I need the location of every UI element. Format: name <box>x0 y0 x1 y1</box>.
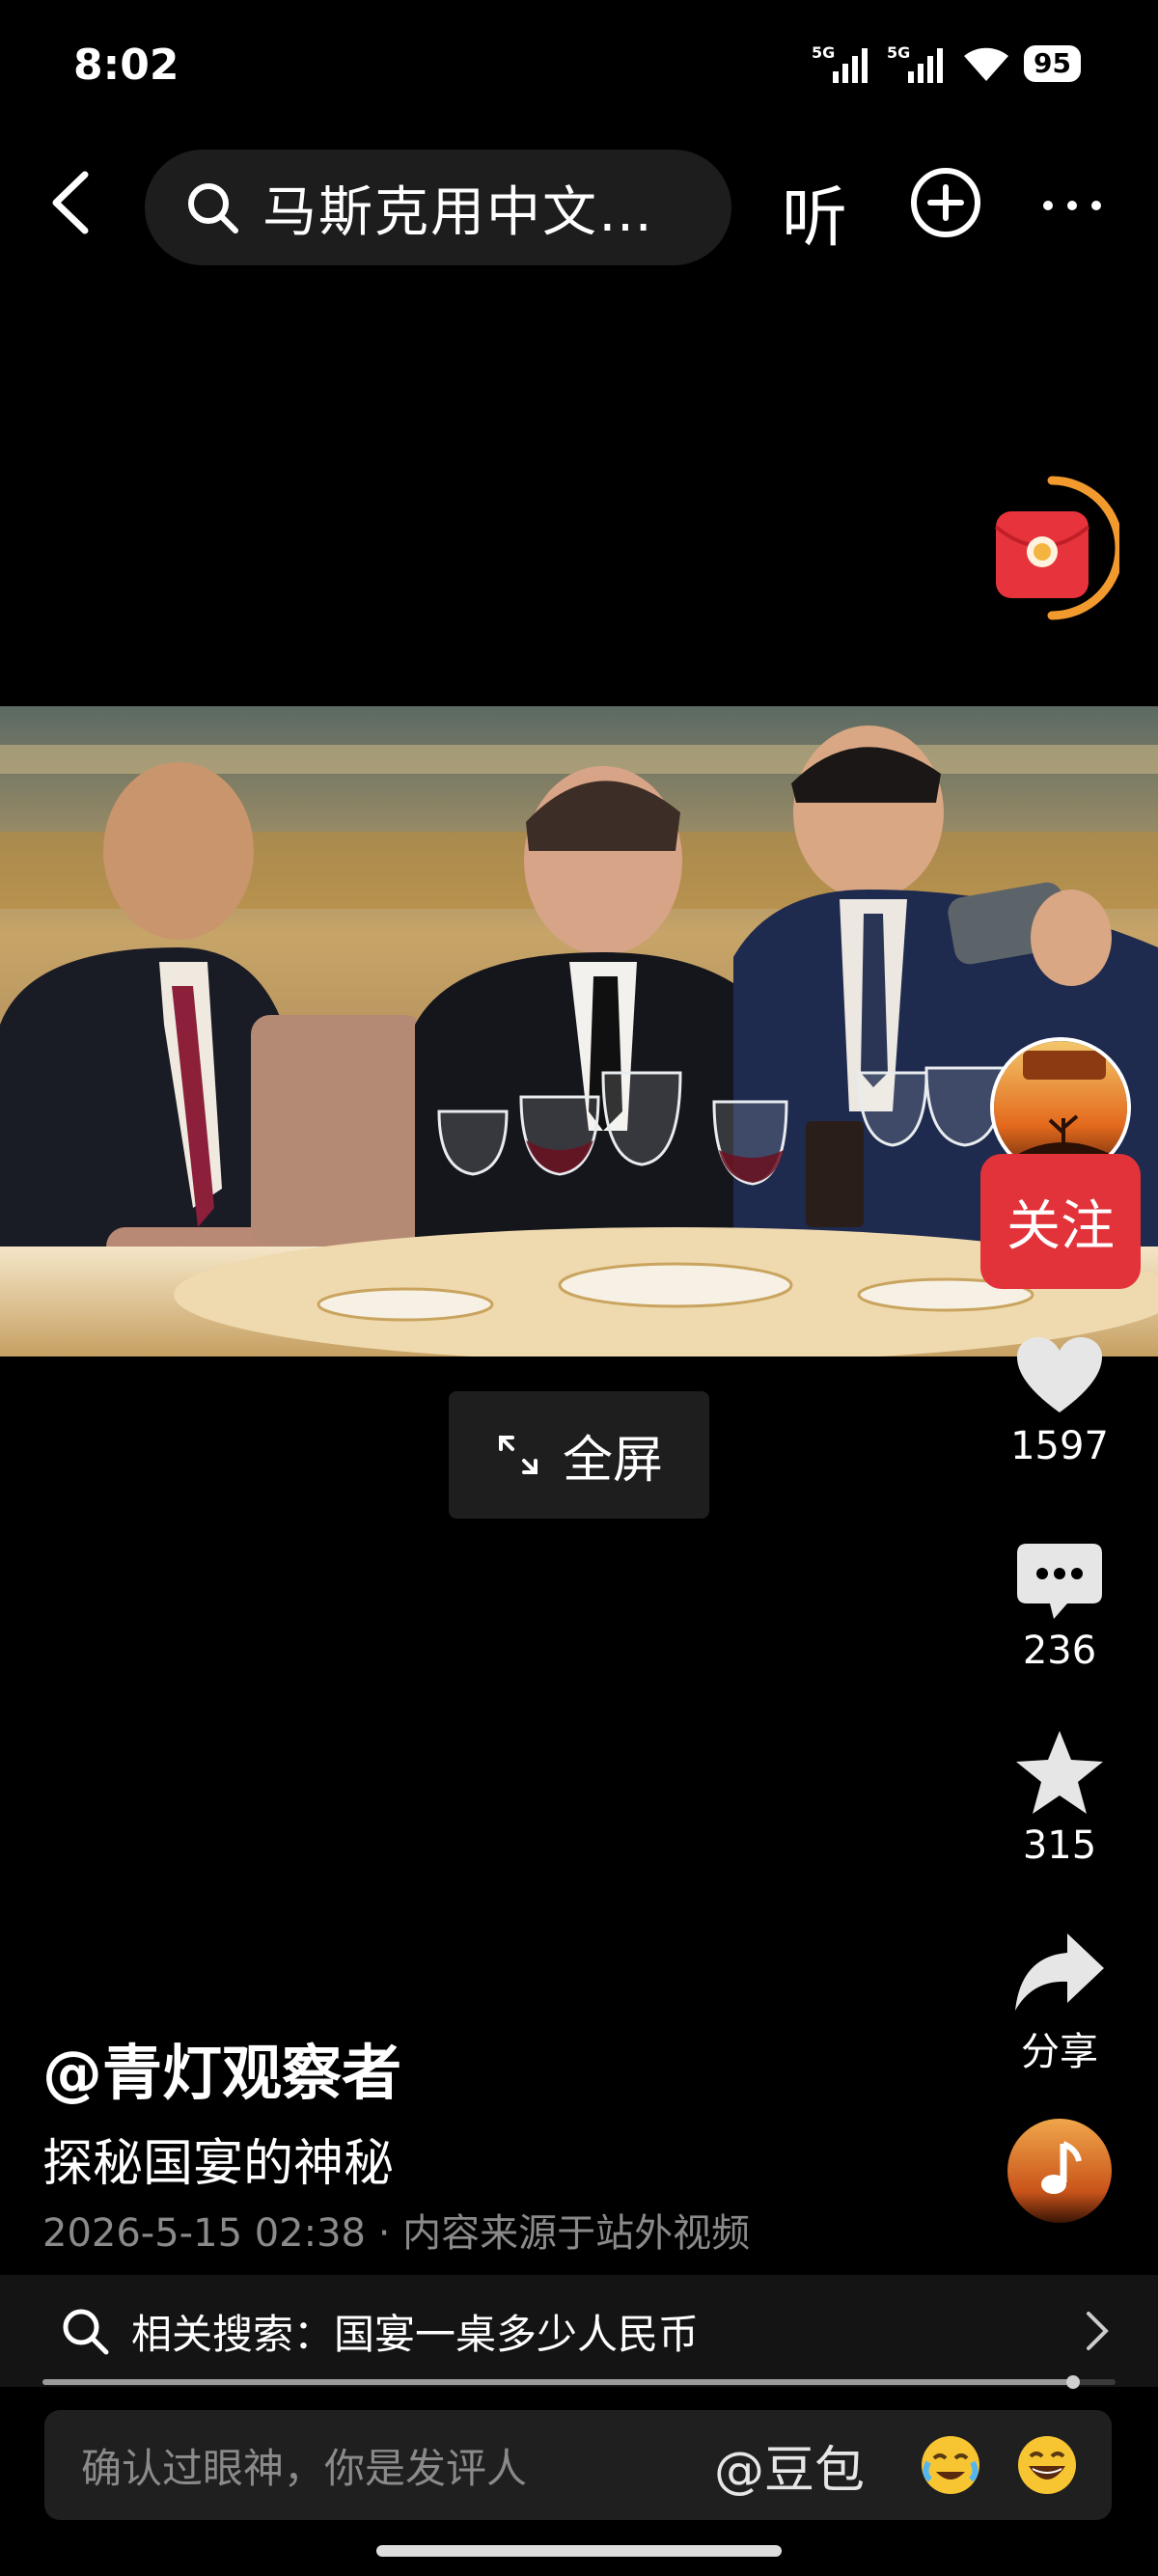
status-time: 8:02 <box>73 41 179 90</box>
battery-icon: 95 <box>1024 45 1081 82</box>
grinning-emoji-icon[interactable] <box>1015 2433 1079 2497</box>
music-disc[interactable] <box>1007 2119 1112 2223</box>
video-progress-fill <box>42 2379 1073 2385</box>
heart-icon <box>1017 1337 1102 1412</box>
svg-text:5G: 5G <box>812 43 835 62</box>
music-note-icon <box>1007 2119 1112 2223</box>
mention-button[interactable]: @豆包 <box>714 2429 865 2502</box>
like-count: 1597 <box>1010 1424 1109 1468</box>
status-icons: 5G 5G 95 <box>812 42 1081 85</box>
home-indicator[interactable] <box>376 2545 782 2557</box>
search-bar[interactable]: 马斯克用中文… <box>145 150 731 265</box>
expand-icon <box>498 1436 538 1474</box>
comment-input-bar[interactable]: 确认过眼神，你是发评人 @豆包 <box>44 2410 1112 2520</box>
related-search-label: 相关搜索：国宴一桌多少人民币 <box>131 2310 700 2358</box>
comment-bubble-icon <box>1017 1544 1102 1619</box>
post-meta: 2026-5-15 02:38 · 内容来源于站外视频 <box>42 2211 751 2256</box>
search-icon <box>188 183 238 233</box>
share-button[interactable]: 分享 <box>982 1930 1137 2076</box>
fullscreen-button[interactable]: 全屏 <box>449 1391 709 1519</box>
video-progress-bar[interactable] <box>42 2375 1116 2389</box>
chevron-right-icon <box>1087 2312 1109 2350</box>
more-options-icon[interactable] <box>1040 174 1104 237</box>
wifi-icon <box>964 47 1009 81</box>
svg-text:5G: 5G <box>887 43 910 62</box>
crying-laughing-emoji-icon[interactable] <box>919 2433 982 2497</box>
like-button[interactable]: 1597 <box>982 1335 1137 1468</box>
follow-button[interactable]: 关注 <box>980 1154 1141 1289</box>
search-query: 马斯克用中文… <box>262 180 654 244</box>
comment-input[interactable]: 确认过眼神，你是发评人 <box>81 2436 714 2495</box>
comment-count: 236 <box>1022 1629 1097 1673</box>
add-circle-icon[interactable] <box>907 164 984 241</box>
video-progress-handle[interactable] <box>1065 2375 1080 2389</box>
favorite-button[interactable]: 315 <box>982 1729 1137 1868</box>
fullscreen-label: 全屏 <box>562 1431 663 1490</box>
back-arrow-icon[interactable] <box>39 169 106 236</box>
cellular-signal-icon-2: 5G <box>887 43 944 83</box>
cellular-signal-icon: 5G <box>812 43 868 83</box>
author-handle[interactable]: @青灯观察者 <box>42 2024 401 2111</box>
favorite-count: 315 <box>1022 1823 1097 1868</box>
listen-button[interactable]: 听 <box>782 164 847 260</box>
star-icon <box>1016 1731 1103 1814</box>
video-caption: 探秘国宴的神秘 <box>42 2135 395 2193</box>
red-packet-reward-icon[interactable] <box>975 473 1119 627</box>
search-icon <box>63 2309 109 2355</box>
related-search-bar[interactable]: 相关搜索：国宴一桌多少人民币 <box>0 2275 1158 2387</box>
share-label: 分享 <box>1021 2030 1098 2074</box>
share-arrow-icon <box>1015 1933 1104 2011</box>
comment-button[interactable]: 236 <box>982 1542 1137 1673</box>
